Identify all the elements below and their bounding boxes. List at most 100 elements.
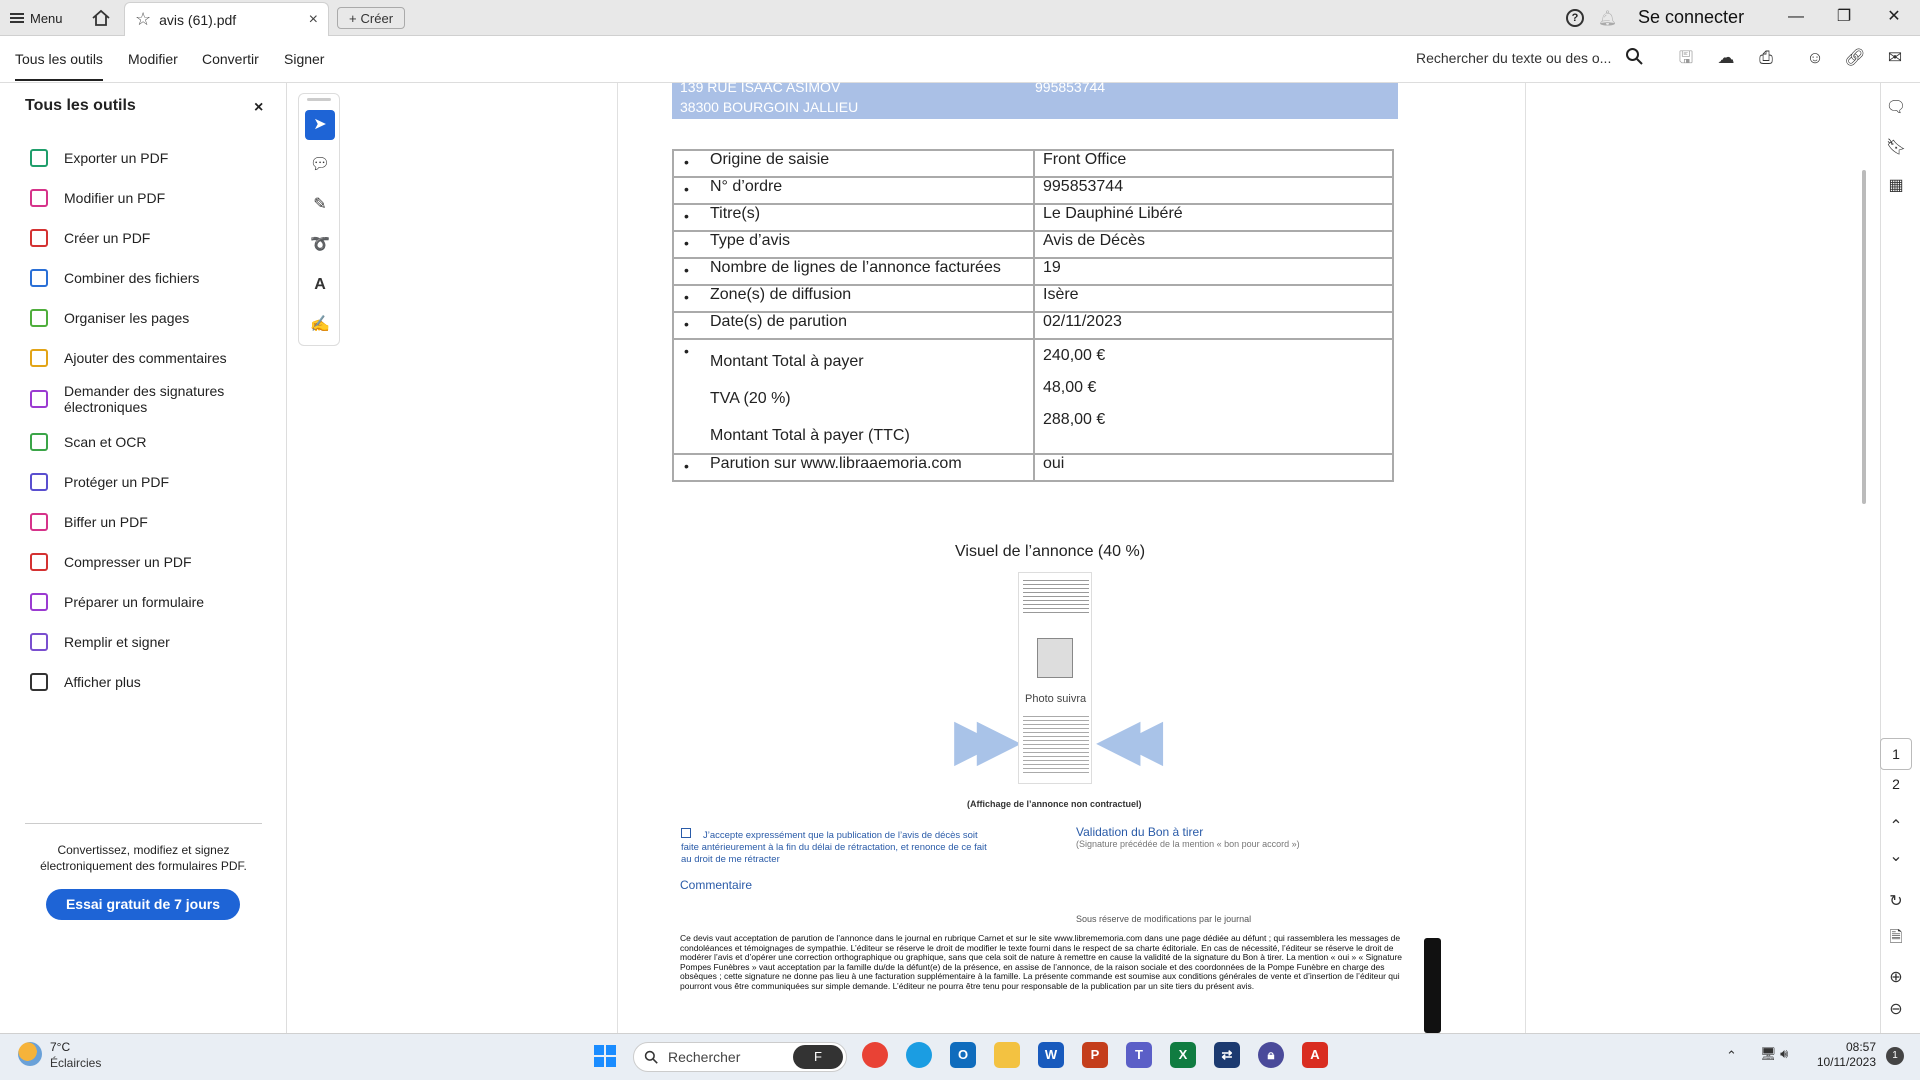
tray-chevron-up-icon[interactable]: ⌃	[1726, 1048, 1737, 1064]
tool-item[interactable]: Combiner des fichiers	[30, 260, 199, 296]
create-button[interactable]: + Créer	[337, 7, 405, 29]
tool-label: Biffer un PDF	[64, 514, 148, 530]
tool-label: Scan et OCR	[64, 434, 147, 450]
zoom-in-icon[interactable]: ⊕	[1884, 966, 1908, 990]
taskbar-search[interactable]: Rechercher F	[633, 1042, 847, 1072]
star-icon[interactable]: ☆	[135, 9, 151, 30]
preview-text-lines-2	[1023, 713, 1089, 775]
preview-text-lines	[1023, 577, 1089, 615]
word-icon[interactable]: W	[1038, 1042, 1064, 1068]
toolbar-grip[interactable]	[307, 98, 331, 101]
tool-item[interactable]: Remplir et signer	[30, 624, 170, 660]
draw-freehand-icon[interactable]: ➰	[305, 230, 335, 260]
thumbnails-grid-icon[interactable]: ▦	[1884, 174, 1908, 198]
tool-item[interactable]: Préparer un formulaire	[30, 584, 204, 620]
tab-all-tools[interactable]: Tous les outils	[15, 51, 103, 81]
menu-label: Menu	[30, 10, 63, 26]
clock[interactable]: 08:57 10/11/2023	[1804, 1040, 1876, 1070]
tool-icon	[30, 593, 48, 611]
outlook-icon[interactable]: O	[950, 1042, 976, 1068]
tool-item[interactable]: Demander des signatures électroniques	[30, 381, 224, 417]
minimize-icon[interactable]: —	[1782, 4, 1810, 30]
tool-icon	[30, 553, 48, 571]
tool-item[interactable]: Créer un PDF	[30, 220, 150, 256]
bell-icon[interactable]: 🔔︎	[1598, 9, 1617, 27]
validation-label: Validation du Bon à tirer	[1076, 825, 1204, 839]
page-info-icon[interactable]: 🗎	[1884, 926, 1908, 950]
restore-icon[interactable]: ❐	[1830, 4, 1858, 30]
file-explorer-icon[interactable]	[994, 1042, 1020, 1068]
save-icon[interactable]: 🖫	[1675, 47, 1697, 69]
chevron-down-icon[interactable]: ⌄	[1884, 845, 1908, 869]
teams-icon[interactable]: T	[1126, 1042, 1152, 1068]
tool-item[interactable]: Compresser un PDF	[30, 544, 192, 580]
search-text-field[interactable]: Rechercher du texte ou des o...	[1416, 50, 1611, 66]
tool-item[interactable]: Ajouter des commentaires	[30, 340, 227, 376]
stamp-seal	[1424, 938, 1441, 1033]
sign-pen-icon[interactable]: ✍	[305, 310, 335, 340]
row-value: 288,00 €	[1043, 411, 1106, 428]
upload-cloud-icon[interactable]: ☁	[1715, 47, 1737, 69]
bookmark-icon[interactable]: 🔖︎	[1884, 136, 1908, 160]
edge-icon[interactable]	[906, 1042, 932, 1068]
row-value: 48,00 €	[1043, 379, 1097, 396]
windows-start-icon[interactable]	[594, 1045, 616, 1067]
row-key: Parution sur www.libraaemoria.com	[672, 453, 1035, 482]
tool-item[interactable]: Protéger un PDF	[30, 464, 169, 500]
disclaimer-text: (Affichage de l’annonce non contractuel)	[967, 799, 1142, 809]
menu-button[interactable]: Menu	[10, 8, 63, 28]
tool-item[interactable]: Afficher plus	[30, 664, 141, 700]
comments-panel-icon[interactable]: 🗨︎	[1884, 96, 1908, 120]
select-cursor-icon[interactable]: ➤	[305, 110, 335, 140]
promo-text: Convertissez, modifiez et signez électro…	[40, 843, 247, 873]
remote-app-icon[interactable]: ⇄	[1214, 1042, 1240, 1068]
powerpoint-icon[interactable]: P	[1082, 1042, 1108, 1068]
scrollbar[interactable]	[1862, 170, 1866, 504]
table-row: Date(s) de parution02/11/2023	[672, 311, 1394, 340]
login-button[interactable]: Se connecter	[1638, 7, 1744, 28]
chrome-icon[interactable]	[862, 1042, 888, 1068]
plus-icon: +	[348, 10, 357, 26]
tab-close-icon[interactable]: ×	[309, 11, 318, 29]
page-1-button[interactable]: 1	[1880, 738, 1912, 770]
tab-convert[interactable]: Convertir	[202, 51, 259, 67]
acrobat-icon[interactable]: A	[1302, 1042, 1328, 1068]
rotate-icon[interactable]: ↻	[1884, 890, 1908, 914]
page-2-button[interactable]: 2	[1880, 776, 1912, 792]
share-user-icon[interactable]: ☺	[1804, 47, 1826, 69]
tool-item[interactable]: Organiser les pages	[30, 300, 189, 336]
tool-item[interactable]: Exporter un PDF	[30, 140, 168, 176]
temperature: 7°C	[50, 1040, 71, 1054]
document-tab[interactable]: ☆ avis (61).pdf ×	[124, 2, 329, 36]
chevron-up-icon[interactable]: ⌃	[1884, 815, 1908, 839]
weather-icon[interactable]	[18, 1042, 42, 1066]
close-window-icon[interactable]: ✕	[1880, 4, 1908, 30]
tool-item[interactable]: Scan et OCR	[30, 424, 146, 460]
mail-icon[interactable]: ✉	[1884, 47, 1906, 69]
free-trial-button[interactable]: Essai gratuit de 7 jours	[46, 889, 240, 920]
vpn-lock-icon[interactable]: 🔒︎	[1258, 1042, 1284, 1068]
tool-label: Protéger un PDF	[64, 474, 170, 490]
network-volume-icon[interactable]: 🖥︎ 🔊︎	[1760, 1046, 1788, 1062]
home-icon[interactable]	[90, 8, 112, 28]
zoom-out-icon[interactable]: ⊖	[1884, 998, 1908, 1022]
tool-item[interactable]: Modifier un PDF	[30, 180, 165, 216]
tab-edit[interactable]: Modifier	[128, 51, 178, 67]
print-icon[interactable]: ⎙	[1755, 47, 1777, 69]
tool-item[interactable]: Biffer un PDF	[30, 504, 148, 540]
help-icon[interactable]: ?	[1566, 9, 1584, 27]
tool-icon	[30, 433, 48, 451]
notification-badge[interactable]: 1	[1886, 1047, 1904, 1065]
tab-sign[interactable]: Signer	[284, 51, 324, 67]
tool-icon	[30, 633, 48, 651]
search-icon[interactable]	[1623, 47, 1645, 69]
row-key: Type d’avis	[672, 230, 1035, 259]
excel-icon[interactable]: X	[1170, 1042, 1196, 1068]
tools-panel-close-icon[interactable]: ×	[254, 99, 263, 117]
link-icon[interactable]: 🔗︎	[1844, 47, 1866, 69]
address-line-1: 139 RUE ISAAC ASIMOV	[680, 79, 841, 95]
highlight-pen-icon[interactable]: ✎	[305, 190, 335, 220]
add-comment-icon[interactable]: 💬︎	[305, 150, 335, 180]
row-value: 240,00 €	[1043, 347, 1106, 364]
text-box-icon[interactable]: A	[305, 270, 335, 300]
